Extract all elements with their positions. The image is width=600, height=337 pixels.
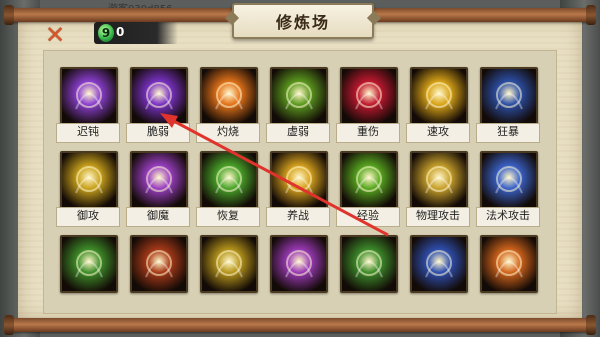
purple-swirl-icon [270,235,328,293]
skill-label: 法术攻击 [476,207,540,227]
skill-tile[interactable]: 养战 [266,151,330,227]
close-icon: ✕ [44,21,66,49]
skill-tile[interactable]: 灼烧 [196,67,260,143]
rod-cap-right [586,315,596,335]
close-button[interactable]: ✕ [44,21,66,49]
skill-label: 经验 [336,207,400,227]
currency-counter: 9 0 [94,22,178,44]
skill-label: 御攻 [56,207,120,227]
skill-tile[interactable] [406,235,468,309]
skill-label: 迟钝 [56,123,120,143]
fire-flame-icon [200,67,258,125]
red-flower-icon [130,235,188,293]
skill-tile[interactable] [196,235,258,309]
skill-tile[interactable]: 速攻 [406,67,470,143]
blue-fist-icon [480,67,538,125]
skill-tile[interactable]: 经验 [336,151,400,227]
skill-tile[interactable]: 迟钝 [56,67,120,143]
gold-shield-icon [60,151,118,209]
rod-cap-right [586,5,596,25]
skill-tile[interactable] [126,235,188,309]
skill-tile[interactable]: 恢复 [196,151,260,227]
skill-tile[interactable]: 脆弱 [126,67,190,143]
purple-claw-icon [60,67,118,125]
green-orb-icon [60,235,118,293]
skill-label: 物理攻击 [406,207,470,227]
skill-tile[interactable] [336,235,398,309]
purple-broken-spear-icon [130,67,188,125]
skill-tile[interactable] [56,235,118,309]
skill-tile[interactable]: 狂暴 [476,67,540,143]
skill-tile[interactable]: 虚弱 [266,67,330,143]
skill-tile[interactable]: 御攻 [56,151,120,227]
green-sparkle-icon [340,151,398,209]
green-demon-icon [270,67,328,125]
rod-cap-left [4,315,14,335]
skill-label: 脆弱 [126,123,190,143]
red-slash-icon [340,67,398,125]
blue-lightning-icon [480,151,538,209]
skill-label: 虚弱 [266,123,330,143]
skill-label: 恢复 [196,207,260,227]
rod-cap-left [4,5,14,25]
purple-shield-icon [130,151,188,209]
skill-label: 狂暴 [476,123,540,143]
blue-skull-icon [410,235,468,293]
skill-tile[interactable] [266,235,328,309]
orange-fire-icon [480,235,538,293]
page-title: 修炼场 [275,13,330,32]
gold-crown-icon [200,235,258,293]
skill-tile[interactable] [476,235,538,309]
scroll-bottom-rod [4,315,596,335]
skill-tile[interactable]: 重伤 [336,67,400,143]
green-healing-icon [200,151,258,209]
skill-tile[interactable]: 法术攻击 [476,151,540,227]
skill-label: 养战 [266,207,330,227]
skill-label: 重伤 [336,123,400,143]
skill-tile[interactable]: 物理攻击 [406,151,470,227]
skill-tile[interactable]: 御魔 [126,151,190,227]
skills-grid-panel: 迟钝 脆弱 灼烧 虚弱 重伤 速攻 狂暴御攻 御魔 恢复 养战 经验 物理攻击 法术攻击 [43,50,557,314]
currency-value: 0 [116,25,125,39]
green-leaf-icon [340,235,398,293]
skill-label: 速攻 [406,123,470,143]
golden-sword-icon [410,151,468,209]
title-plate: 修炼场 [232,3,374,39]
green-gem-icon: 9 [98,24,114,42]
golden-orb-icon [270,151,328,209]
yellow-swirl-icon [410,67,468,125]
skill-label: 御魔 [126,207,190,227]
skill-label: 灼烧 [196,123,260,143]
skills-grid: 迟钝 脆弱 灼烧 虚弱 重伤 速攻 狂暴御攻 御魔 恢复 养战 经验 物理攻击 法术攻击 [56,67,552,309]
